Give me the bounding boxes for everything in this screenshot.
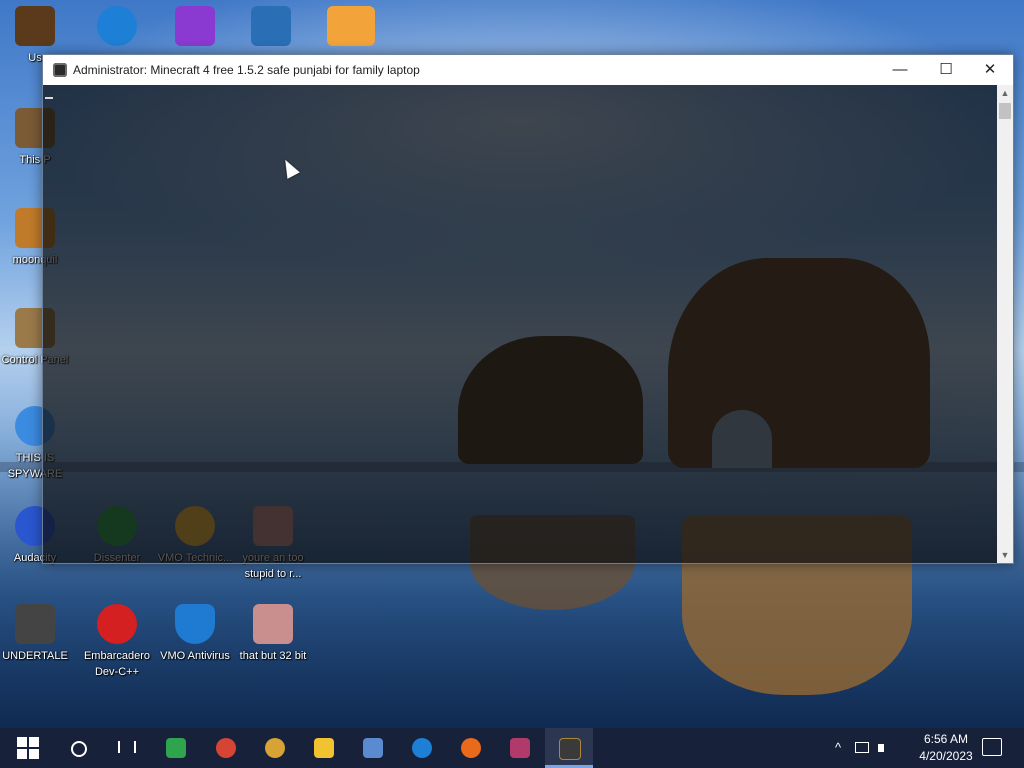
desktop-icon-label: VMO Antivirus bbox=[160, 650, 230, 662]
system-tray: ^ 6:56 AM 4/20/2023 bbox=[826, 728, 1024, 768]
taskbar: ^ 6:56 AM 4/20/2023 bbox=[0, 728, 1024, 768]
console-taskbar-icon bbox=[559, 738, 581, 760]
task-view-button[interactable] bbox=[102, 728, 150, 768]
window-titlebar[interactable]: Administrator: Minecraft 4 free 1.5.2 sa… bbox=[43, 55, 1013, 85]
firefox-taskbar-icon bbox=[461, 738, 481, 758]
notification-center-icon[interactable] bbox=[982, 738, 1002, 756]
file-explorer-taskbar-icon bbox=[314, 738, 334, 758]
desktop-icon-undertale[interactable]: UNDERTALE bbox=[0, 604, 74, 664]
cortana-circle-icon bbox=[71, 741, 87, 757]
minimize-button[interactable]: — bbox=[877, 55, 923, 85]
taskbar-app-dissenter[interactable] bbox=[152, 728, 200, 768]
network-icon[interactable] bbox=[854, 740, 870, 756]
taskbar-app-firefox[interactable] bbox=[447, 728, 495, 768]
console-window[interactable]: Administrator: Minecraft 4 free 1.5.2 sa… bbox=[42, 54, 1014, 564]
unity-icon bbox=[15, 604, 55, 644]
taskbar-app-edge[interactable] bbox=[398, 728, 446, 768]
cortana-button[interactable] bbox=[54, 728, 102, 768]
scroll-down-arrow-icon[interactable]: ▼ bbox=[997, 547, 1013, 563]
virtualbox-taskbar-icon bbox=[363, 738, 383, 758]
shield-icon bbox=[175, 604, 215, 644]
chrome-alt-taskbar-icon bbox=[265, 738, 285, 758]
windows-logo-icon bbox=[17, 737, 39, 759]
taskbar-app-chrome-alt[interactable] bbox=[251, 728, 299, 768]
text-cursor bbox=[45, 97, 53, 99]
desktop-icon-label: UNDERTALE bbox=[2, 650, 68, 662]
edge-icon bbox=[97, 6, 137, 46]
portrait-icon bbox=[253, 604, 293, 644]
winrar-taskbar-icon bbox=[510, 738, 530, 758]
window-title: Administrator: Minecraft 4 free 1.5.2 sa… bbox=[73, 63, 420, 77]
visual-studio-icon bbox=[175, 6, 215, 46]
scroll-up-arrow-icon[interactable]: ▲ bbox=[997, 85, 1013, 101]
dissenter-taskbar-icon bbox=[166, 738, 186, 758]
desktop-icon-label: Embarcadero Dev-C++ bbox=[83, 650, 151, 678]
console-app-icon bbox=[53, 63, 67, 77]
taskbar-app-console-active[interactable] bbox=[545, 728, 593, 768]
scroll-thumb[interactable] bbox=[999, 103, 1011, 119]
desktop-icon-label: that but 32 bit bbox=[239, 650, 307, 662]
tray-chevron-icon[interactable]: ^ bbox=[830, 740, 846, 756]
desktop-icon-edge[interactable] bbox=[78, 6, 156, 46]
desktop-icon-devcpp[interactable]: Embarcadero Dev-C++ bbox=[78, 604, 156, 680]
maximize-button[interactable]: ☐ bbox=[923, 55, 969, 85]
desktop-icon-hxd[interactable] bbox=[312, 6, 390, 46]
chrome-taskbar-icon bbox=[216, 738, 236, 758]
hxd-icon bbox=[327, 6, 375, 46]
virtualbox-icon bbox=[251, 6, 291, 46]
devcpp-icon bbox=[97, 604, 137, 644]
taskbar-app-winrar[interactable] bbox=[496, 728, 544, 768]
clock-date[interactable]: 4/20/2023 bbox=[902, 749, 990, 763]
taskbar-app-chrome[interactable] bbox=[202, 728, 250, 768]
console-output-area[interactable] bbox=[43, 85, 997, 563]
taskbar-app-file-explorer[interactable] bbox=[300, 728, 348, 768]
user-folder-icon bbox=[15, 6, 55, 46]
desktop-icon-visual-studio[interactable] bbox=[156, 6, 234, 46]
desktop-icon-vmo-antivirus[interactable]: VMO Antivirus bbox=[156, 604, 234, 664]
task-view-icon bbox=[118, 741, 136, 753]
close-button[interactable]: ✕ bbox=[967, 55, 1013, 85]
start-button[interactable] bbox=[4, 728, 52, 768]
edge-taskbar-icon bbox=[412, 738, 432, 758]
desktop-icon-that-but-32-bit[interactable]: that but 32 bit bbox=[234, 604, 312, 664]
vertical-scrollbar[interactable]: ▲ ▼ bbox=[997, 85, 1013, 563]
volume-muted-icon[interactable] bbox=[876, 740, 892, 756]
desktop-icon-virtualbox[interactable] bbox=[232, 6, 310, 46]
taskbar-app-virtualbox[interactable] bbox=[349, 728, 397, 768]
clock-time[interactable]: 6:56 AM bbox=[910, 732, 982, 746]
